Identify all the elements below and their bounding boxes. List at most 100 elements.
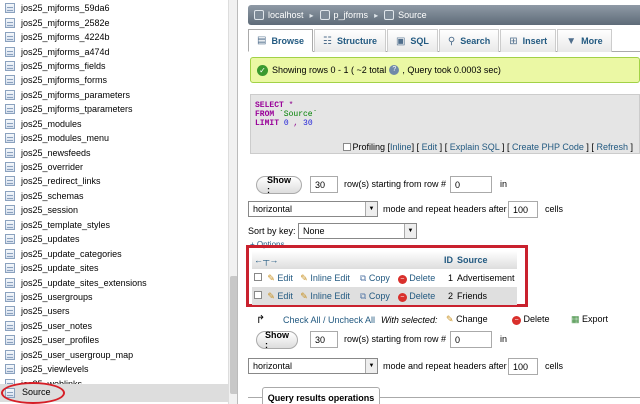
- tab-sql[interactable]: ▣ SQL: [386, 29, 438, 52]
- tab-structure[interactable]: ☷ Structure: [313, 29, 386, 52]
- breadcrumb-server[interactable]: localhost: [268, 10, 304, 20]
- table-list-item[interactable]: jos25_users: [0, 304, 237, 318]
- tab-label: Insert: [522, 36, 548, 46]
- sql-query-box: SELECT * FROM `Source` LIMIT 0 , 30 Prof…: [250, 94, 640, 154]
- table-list-item[interactable]: jos25_mjforms_a474d: [0, 44, 237, 58]
- edit-link[interactable]: Edit: [277, 291, 293, 301]
- repeat-headers-input-bottom[interactable]: 100: [508, 358, 538, 375]
- pencil-icon: ✎: [267, 272, 275, 283]
- explain-sql-link[interactable]: Explain SQL: [450, 142, 500, 152]
- table-icon: [5, 46, 15, 57]
- edit-link[interactable]: Edit: [277, 273, 293, 283]
- table-list-item[interactable]: jos25_user_profiles: [0, 333, 237, 347]
- copy-icon: ⧉: [359, 272, 367, 283]
- table-icon: [5, 3, 15, 14]
- table-list-item[interactable]: jos25_update_categories: [0, 246, 237, 260]
- table-list-item[interactable]: jos25_user_notes: [0, 319, 237, 333]
- table-icon: [5, 133, 15, 144]
- inline-edit-link[interactable]: Inline Edit: [310, 273, 350, 283]
- profiling-checkbox[interactable]: [342, 143, 351, 151]
- delete-link[interactable]: Delete: [409, 291, 435, 301]
- table-list-item[interactable]: jos25_redirect_links: [0, 174, 237, 188]
- table-list-item[interactable]: jos25_session: [0, 203, 237, 217]
- table-list-item[interactable]: jos25_mjforms_fields: [0, 59, 237, 73]
- copy-link[interactable]: Copy: [369, 291, 390, 301]
- start-row-input[interactable]: 0: [450, 176, 492, 193]
- sql-text: ,: [288, 119, 304, 128]
- inline-link[interactable]: Inline: [390, 142, 412, 152]
- tab-search[interactable]: ⚲ Search: [438, 29, 500, 52]
- delete-link[interactable]: Delete: [409, 273, 435, 283]
- table-list-item[interactable]: jos25_update_sites: [0, 261, 237, 275]
- query-results-operations-fieldset: Query results operations: [262, 387, 380, 404]
- table-item-label: jos25_session: [21, 205, 79, 216]
- table-list-item[interactable]: jos25_update_sites_extensions: [0, 275, 237, 289]
- show-button-bottom[interactable]: Show :: [256, 330, 298, 350]
- table-item-label: jos25_schemas: [21, 190, 84, 201]
- display-mode-select[interactable]: horizontal ▼: [248, 201, 378, 217]
- table-list-item[interactable]: jos25_newsfeeds: [0, 145, 237, 159]
- inline-edit-link[interactable]: Inline Edit: [310, 291, 350, 301]
- table-icon: [5, 32, 15, 43]
- sql-number: 0: [279, 119, 289, 128]
- column-header-source[interactable]: Source: [455, 251, 517, 269]
- breadcrumb-database[interactable]: p_jforms: [334, 10, 369, 20]
- table-item-label: jos25_mjforms_parameters: [21, 89, 131, 100]
- message-text-2: , Query took 0.0003 sec): [402, 65, 501, 75]
- table-list-item[interactable]: jos25_overrider: [0, 160, 237, 174]
- row-checkbox[interactable]: [254, 273, 262, 281]
- table-list-item[interactable]: jos25_mjforms_2582e: [0, 15, 237, 29]
- scrollbar-thumb[interactable]: [230, 276, 237, 394]
- table-list-item[interactable]: jos25_updates: [0, 232, 237, 246]
- change-button[interactable]: ✎ Change: [446, 314, 488, 325]
- table-item-label: jos25_mjforms_2582e: [21, 17, 110, 28]
- message-text: Showing rows 0 - 1 ( ~2 total: [272, 65, 387, 75]
- rows-input-bottom[interactable]: 30: [310, 331, 338, 348]
- table-list-item[interactable]: jos25_user_usergroup_map: [0, 348, 237, 362]
- table-list-item[interactable]: jos25_mjforms_forms: [0, 73, 237, 87]
- table-item-label: jos25_overrider: [21, 162, 84, 173]
- table-list-item[interactable]: jos25_mjforms_tparameters: [0, 102, 237, 116]
- create-php-code-link[interactable]: Create PHP Code: [512, 142, 584, 152]
- repeat-headers-value: 100: [513, 362, 529, 372]
- display-mode-select-bottom[interactable]: horizontal ▼: [248, 358, 378, 374]
- table-list-item[interactable]: jos25_modules: [0, 117, 237, 131]
- table-item-label: jos25_update_categories: [21, 248, 122, 259]
- table-list-item[interactable]: jos25_mjforms_parameters: [0, 88, 237, 102]
- repeat-headers-input[interactable]: 100: [508, 201, 538, 218]
- success-check-icon: ✓: [257, 64, 268, 76]
- refresh-link[interactable]: Refresh: [596, 142, 628, 152]
- rows-input[interactable]: 30: [310, 176, 338, 193]
- row-checkbox[interactable]: [254, 291, 262, 299]
- table-list-item[interactable]: jos25_usergroups: [0, 290, 237, 304]
- check-all-link[interactable]: Check All / Uncheck All: [283, 315, 375, 325]
- table-list-item[interactable]: jos25_template_styles: [0, 218, 237, 232]
- table-list-item[interactable]: jos25_viewlevels: [0, 362, 237, 376]
- search-icon: ⚲: [447, 35, 456, 47]
- tab-insert[interactable]: ⊞ Insert: [500, 29, 557, 52]
- table-list-item[interactable]: jos25_mjforms_59da6: [0, 1, 237, 15]
- sort-by-key-select[interactable]: None ▼: [298, 223, 417, 239]
- in-text: in: [500, 179, 508, 189]
- table-list-item[interactable]: jos25_modules_menu: [0, 131, 237, 145]
- bulk-delete-button[interactable]: − Delete: [512, 314, 550, 325]
- table-list-item[interactable]: jos25_schemas: [0, 189, 237, 203]
- results-table: ←┬→ ID Source ✎ Edit ✎ Inline Edit ⧉ Cop…: [252, 251, 517, 305]
- table-item-label: jos25_redirect_links: [21, 176, 101, 187]
- breadcrumb: localhost ▸ p_jforms ▸ Source: [248, 5, 640, 25]
- sidebar-scrollbar[interactable]: [228, 0, 237, 404]
- copy-link[interactable]: Copy: [369, 273, 390, 283]
- help-icon[interactable]: ?: [389, 65, 400, 75]
- show-button[interactable]: Show :: [256, 175, 302, 195]
- tab-browse[interactable]: ▤ Browse: [248, 29, 313, 52]
- export-button[interactable]: ▦ Export: [571, 314, 608, 325]
- start-row-input-bottom[interactable]: 0: [450, 331, 492, 348]
- edit-link[interactable]: Edit: [422, 142, 438, 152]
- tab-more[interactable]: ▼ More: [557, 29, 612, 52]
- table-item-label: jos25_user_profiles: [21, 335, 100, 346]
- table-list-item[interactable]: jos25_mjforms_4224b: [0, 30, 237, 44]
- breadcrumb-table[interactable]: Source: [398, 10, 427, 20]
- table-icon: [5, 234, 15, 245]
- column-header-id[interactable]: ID: [442, 251, 455, 269]
- column-arrows[interactable]: ←┬→: [252, 251, 442, 269]
